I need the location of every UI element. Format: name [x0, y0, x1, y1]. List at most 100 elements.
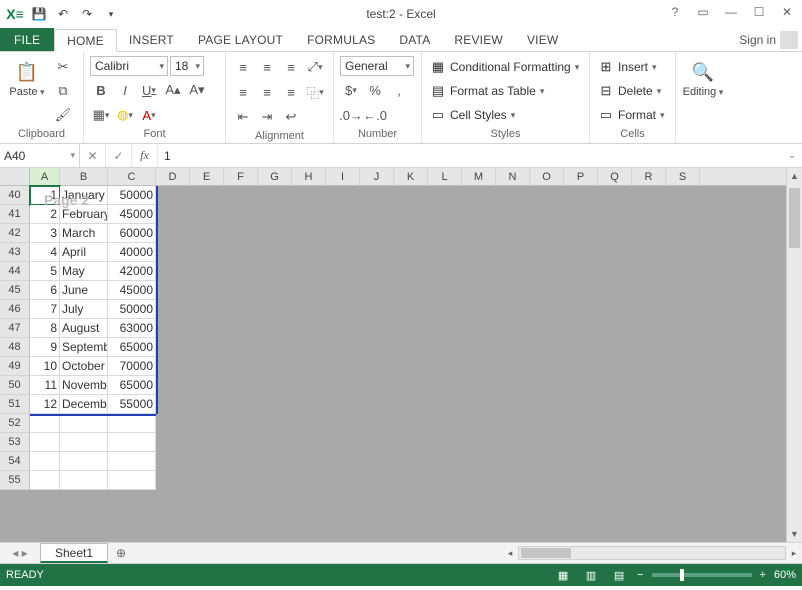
cell[interactable]: 6	[30, 281, 60, 300]
format-cells-button[interactable]: ▭Format	[596, 104, 667, 126]
cell[interactable]: 3	[30, 224, 60, 243]
hscroll-right-icon[interactable]: ▸	[786, 548, 802, 559]
cell[interactable]: 2	[30, 205, 60, 224]
increase-indent-icon[interactable]: ⇥	[256, 106, 278, 128]
align-center-icon[interactable]: ≡	[256, 81, 278, 103]
row-header-45[interactable]: 45	[0, 281, 30, 300]
row-header-40[interactable]: 40	[0, 186, 30, 205]
zoom-out-icon[interactable]: −	[637, 569, 643, 581]
row-header-46[interactable]: 46	[0, 300, 30, 319]
minimize-icon[interactable]: —	[718, 2, 744, 22]
editing-button[interactable]: 🔍 Editing	[682, 56, 724, 98]
increase-font-icon[interactable]: A▴	[162, 79, 184, 101]
cell[interactable]: 60000	[108, 224, 156, 243]
col-header-I[interactable]: I	[326, 168, 360, 185]
cell[interactable]: March	[60, 224, 108, 243]
increase-decimal-icon[interactable]: .0→	[340, 104, 362, 126]
currency-icon[interactable]: $	[340, 79, 362, 101]
format-painter-icon[interactable]: 🖌	[52, 104, 74, 126]
hscroll-thumb[interactable]	[521, 548, 571, 558]
insert-cells-button[interactable]: ⊞Insert	[596, 56, 667, 78]
col-header-B[interactable]: B	[60, 168, 108, 185]
row-header-55[interactable]: 55	[0, 471, 30, 490]
col-header-L[interactable]: L	[428, 168, 462, 185]
cell[interactable]: 50000	[108, 186, 156, 205]
view-normal-icon[interactable]: ▦	[553, 567, 573, 583]
cancel-formula-icon[interactable]: ✕	[80, 144, 106, 167]
font-name-combo[interactable]: Calibri	[90, 56, 168, 76]
align-bottom-icon[interactable]: ≡	[280, 56, 302, 78]
wrap-text-icon[interactable]: ↩	[280, 106, 302, 128]
tab-home[interactable]: HOME	[54, 29, 117, 52]
align-right-icon[interactable]: ≡	[280, 81, 302, 103]
cell[interactable]: February	[60, 205, 108, 224]
col-header-P[interactable]: P	[564, 168, 598, 185]
col-header-O[interactable]: O	[530, 168, 564, 185]
paste-button[interactable]: 📋 Paste	[6, 56, 48, 98]
row-header-41[interactable]: 41	[0, 205, 30, 224]
qat-customize-icon[interactable]: ▾	[100, 3, 122, 25]
underline-button[interactable]: U	[138, 79, 160, 101]
cell[interactable]: 70000	[108, 357, 156, 376]
maximize-icon[interactable]: ☐	[746, 2, 772, 22]
tab-view[interactable]: VIEW	[515, 28, 570, 51]
cell[interactable]: January	[60, 186, 108, 205]
view-pagebreak-icon[interactable]: ▤	[609, 567, 629, 583]
horizontal-scrollbar[interactable]: ◂ ▸	[502, 543, 802, 563]
hscroll-left-icon[interactable]: ◂	[502, 548, 518, 559]
save-icon[interactable]: 💾	[28, 3, 50, 25]
tab-pagelayout[interactable]: PAGE LAYOUT	[186, 28, 295, 51]
row-header-47[interactable]: 47	[0, 319, 30, 338]
name-box[interactable]: A40	[0, 144, 80, 167]
cell[interactable]: August	[60, 319, 108, 338]
col-header-N[interactable]: N	[496, 168, 530, 185]
col-header-G[interactable]: G	[258, 168, 292, 185]
number-format-combo[interactable]: General	[340, 56, 414, 76]
col-header-C[interactable]: C	[108, 168, 156, 185]
sign-in[interactable]: Sign in	[735, 28, 802, 51]
cell[interactable]	[30, 414, 60, 433]
cell[interactable]	[108, 433, 156, 452]
cell[interactable]: 55000	[108, 395, 156, 414]
cell[interactable]	[108, 452, 156, 471]
cell[interactable]: 65000	[108, 376, 156, 395]
cell[interactable]	[60, 433, 108, 452]
cell[interactable]: October	[60, 357, 108, 376]
col-header-J[interactable]: J	[360, 168, 394, 185]
decrease-indent-icon[interactable]: ⇤	[232, 106, 254, 128]
close-icon[interactable]: ✕	[774, 2, 800, 22]
cell[interactable]: 42000	[108, 262, 156, 281]
cell[interactable]: 40000	[108, 243, 156, 262]
delete-cells-button[interactable]: ⊟Delete	[596, 80, 667, 102]
cell[interactable]: May	[60, 262, 108, 281]
cell[interactable]: 12	[30, 395, 60, 414]
tab-file[interactable]: FILE	[0, 28, 54, 51]
formula-expand-icon[interactable]: ⌄	[782, 144, 802, 167]
align-left-icon[interactable]: ≡	[232, 81, 254, 103]
row-header-42[interactable]: 42	[0, 224, 30, 243]
select-all-corner[interactable]	[0, 168, 30, 185]
worksheet-grid[interactable]: ABCDEFGHIJKLMNOPQRS 40414243444546474849…	[0, 168, 802, 542]
scroll-up-icon[interactable]: ▲	[787, 168, 802, 184]
col-header-H[interactable]: H	[292, 168, 326, 185]
row-header-53[interactable]: 53	[0, 433, 30, 452]
cell[interactable]	[108, 471, 156, 490]
redo-icon[interactable]: ↷	[76, 3, 98, 25]
cell[interactable]: 4	[30, 243, 60, 262]
undo-icon[interactable]: ↶	[52, 3, 74, 25]
cell[interactable]: 63000	[108, 319, 156, 338]
cell[interactable]: 10	[30, 357, 60, 376]
cell[interactable]: 45000	[108, 205, 156, 224]
zoom-in-icon[interactable]: +	[760, 569, 766, 581]
borders-icon[interactable]: ▦	[90, 104, 112, 126]
cell[interactable]	[30, 433, 60, 452]
cell[interactable]: November	[60, 376, 108, 395]
cell[interactable]: June	[60, 281, 108, 300]
col-header-S[interactable]: S	[666, 168, 700, 185]
font-size-combo[interactable]: 18	[170, 56, 204, 76]
col-header-Q[interactable]: Q	[598, 168, 632, 185]
zoom-level[interactable]: 60%	[774, 569, 796, 581]
format-as-table-button[interactable]: ▤Format as Table	[428, 80, 581, 102]
cell[interactable]	[60, 471, 108, 490]
formula-input[interactable]: 1	[158, 144, 782, 167]
